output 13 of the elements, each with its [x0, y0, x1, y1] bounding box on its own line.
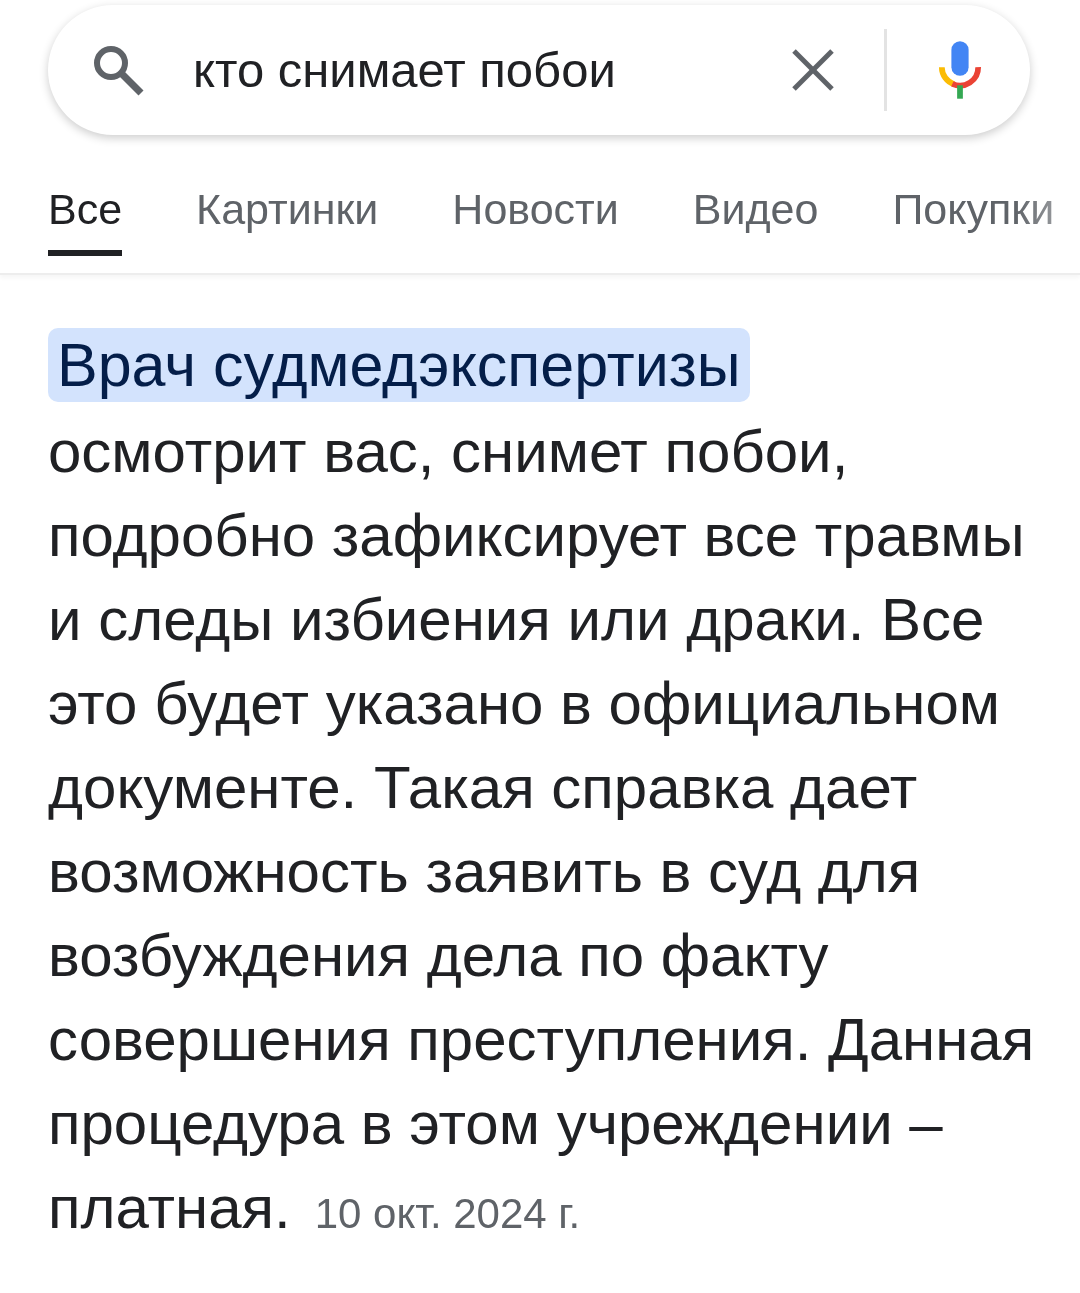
answer-text: осмотрит вас, снимет побои, подробно зафиксирует все травмы и следы избиения или драки. Все это будет указано в официальном документе. Такая справка дает возможность заявить в суд для возбуждения дела по факту совершения преступления. Данная процедура в этом учреждении – платная. 10 окт. 2024 г. — [48, 417, 1036, 1243]
search-tab[interactable]: Видео — [692, 183, 819, 256]
voice-search-button[interactable] — [938, 41, 982, 99]
search-tab[interactable]: Картинки — [196, 183, 379, 256]
highlighted-answer: Врач судмедэкспертизы — [48, 328, 750, 402]
search-tab[interactable]: Покупки — [892, 183, 1055, 256]
search-field[interactable]: кто снимает побои — [193, 38, 753, 102]
microphone-icon — [938, 41, 982, 99]
search-tab[interactable]: Новости — [452, 183, 619, 256]
search-icon — [92, 44, 144, 96]
clear-button[interactable] — [791, 48, 835, 92]
close-icon — [791, 48, 835, 92]
search-tab[interactable]: Все — [48, 183, 123, 256]
